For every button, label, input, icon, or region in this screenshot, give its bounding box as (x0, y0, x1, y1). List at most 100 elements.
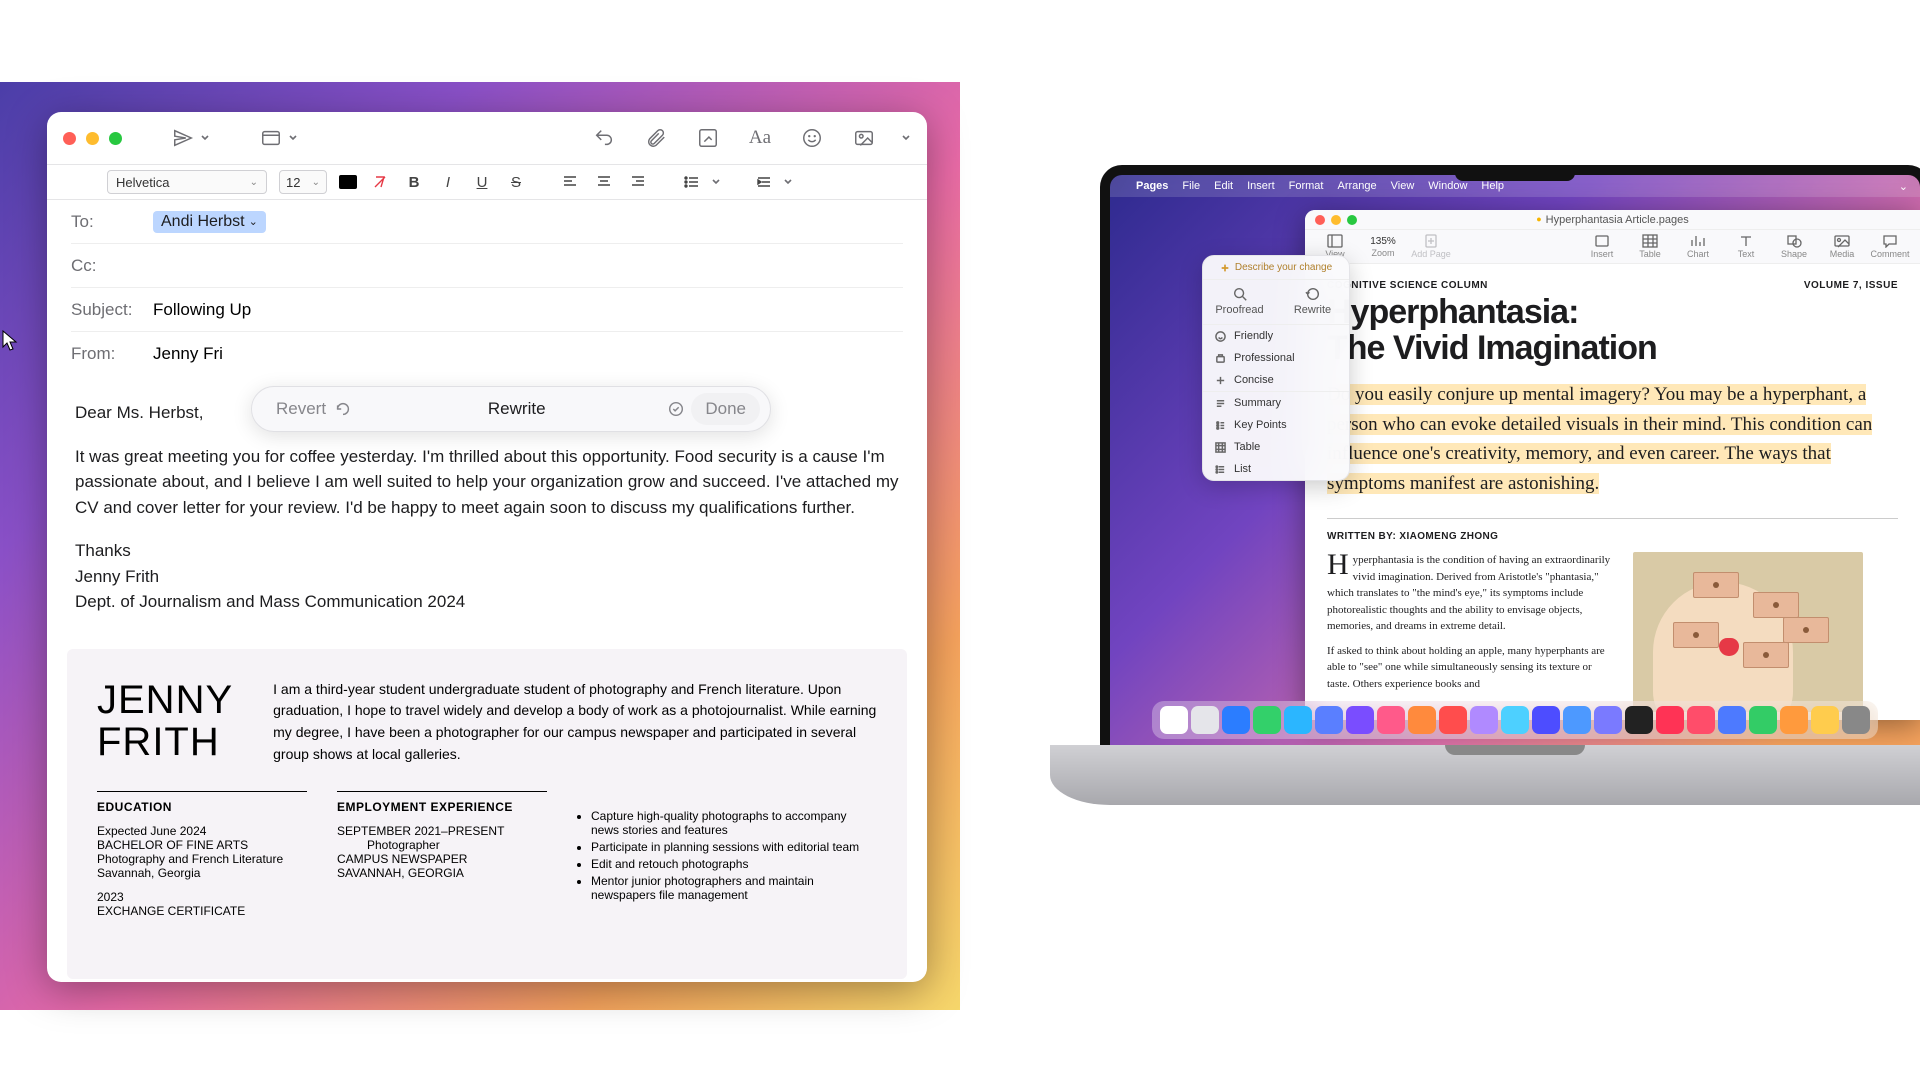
media-tool[interactable]: Media (1822, 234, 1862, 259)
dock-app[interactable] (1439, 706, 1467, 734)
menu-edit[interactable]: Edit (1214, 180, 1233, 192)
markup-icon[interactable] (697, 127, 719, 149)
summary-option[interactable]: Summary (1203, 392, 1349, 414)
shape-tool[interactable]: Shape (1774, 234, 1814, 259)
dock-app[interactable] (1718, 706, 1746, 734)
menu-file[interactable]: File (1182, 180, 1200, 192)
dock-app[interactable] (1594, 706, 1622, 734)
dock-app[interactable] (1501, 706, 1529, 734)
rewrite-icon[interactable] (667, 400, 685, 418)
table-option[interactable]: Table (1203, 436, 1349, 458)
dock-app[interactable] (1687, 706, 1715, 734)
menu-window[interactable]: Window (1428, 180, 1467, 192)
align-center-icon[interactable] (593, 171, 615, 193)
format-icon[interactable]: Aa (749, 127, 771, 149)
chevron-down-icon[interactable] (783, 177, 793, 187)
font-select[interactable]: Helvetica⌄ (107, 170, 267, 194)
menu-view[interactable]: View (1391, 180, 1415, 192)
font-size-select[interactable]: 12⌄ (279, 170, 327, 194)
minimize-button[interactable] (86, 132, 99, 145)
dock-app[interactable] (1377, 706, 1405, 734)
header-fields-icon[interactable] (260, 127, 282, 149)
revert-icon (334, 400, 352, 418)
align-right-icon[interactable] (627, 171, 649, 193)
dock-app[interactable] (1811, 706, 1839, 734)
done-button[interactable]: Done (691, 393, 760, 425)
insert-tool[interactable]: Insert (1582, 234, 1622, 259)
cc-label: Cc: (71, 256, 143, 276)
close-button[interactable] (63, 132, 76, 145)
dock-app[interactable] (1625, 706, 1653, 734)
chevron-down-icon[interactable] (901, 133, 911, 143)
cc-field-row[interactable]: Cc: (71, 244, 903, 288)
menu-help[interactable]: Help (1481, 180, 1504, 192)
dock-app[interactable] (1780, 706, 1808, 734)
chevron-down-icon[interactable] (288, 133, 298, 143)
add-page-tool[interactable]: Add Page (1411, 234, 1451, 259)
table-tool[interactable]: Table (1630, 234, 1670, 259)
from-field-row[interactable]: From: Jenny Fri (71, 332, 903, 376)
chevron-down-icon[interactable] (200, 133, 210, 143)
align-left-icon[interactable] (559, 171, 581, 193)
menu-app[interactable]: Pages (1136, 180, 1168, 192)
underline-button[interactable]: U (471, 171, 493, 193)
professional-option[interactable]: Professional (1203, 347, 1349, 369)
subject-label: Subject: (71, 300, 143, 320)
employment-header: EMPLOYMENT EXPERIENCE (337, 791, 547, 814)
dock-app[interactable] (1191, 706, 1219, 734)
bold-button[interactable]: B (403, 171, 425, 193)
comment-tool[interactable]: Comment (1870, 234, 1910, 259)
pages-document[interactable]: COGNITIVE SCIENCE COLUMN VOLUME 7, ISSUE… (1305, 264, 1920, 720)
dock-app[interactable] (1470, 706, 1498, 734)
menu-arrange[interactable]: Arrange (1337, 180, 1376, 192)
dock-app[interactable] (1842, 706, 1870, 734)
zoom-button[interactable] (109, 132, 122, 145)
undo-icon[interactable] (593, 127, 615, 149)
menu-insert[interactable]: Insert (1247, 180, 1275, 192)
dock-app[interactable] (1346, 706, 1374, 734)
italic-button[interactable]: I (437, 171, 459, 193)
rewrite-button[interactable]: Rewrite (1276, 280, 1349, 324)
keypoints-option[interactable]: Key Points (1203, 414, 1349, 436)
attachment-icon[interactable] (645, 127, 667, 149)
zoom-tool[interactable]: 135%Zoom (1363, 236, 1403, 258)
article-title: Hyperphantasia: The Vivid Imagination (1327, 295, 1898, 366)
subject-field-row[interactable]: Subject: Following Up (71, 288, 903, 332)
indent-icon[interactable] (753, 171, 775, 193)
dock-app[interactable] (1222, 706, 1250, 734)
menu-format[interactable]: Format (1289, 180, 1324, 192)
wifi-icon[interactable]: ⌄ (1899, 180, 1908, 193)
dock (1152, 701, 1878, 739)
chevron-down-icon[interactable] (711, 177, 721, 187)
send-icon[interactable] (172, 127, 194, 149)
dock-app[interactable] (1563, 706, 1591, 734)
friendly-option[interactable]: Friendly (1203, 325, 1349, 347)
recipient-chip[interactable]: Andi Herbst⌄ (153, 211, 266, 233)
dock-app[interactable] (1315, 706, 1343, 734)
describe-change-field[interactable]: Describe your change (1203, 256, 1349, 280)
revert-button[interactable]: Revert (262, 393, 366, 425)
dock-app[interactable] (1408, 706, 1436, 734)
article-byline: WRITTEN BY: XIAOMENG ZHONG (1327, 531, 1898, 542)
from-label: From: (71, 344, 143, 364)
dock-app[interactable] (1656, 706, 1684, 734)
emoji-icon[interactable] (801, 127, 823, 149)
photo-icon[interactable] (853, 127, 875, 149)
dock-app[interactable] (1160, 706, 1188, 734)
dock-app[interactable] (1749, 706, 1777, 734)
document-title: Hyperphantasia Article.pages (1305, 214, 1920, 226)
article-illustration (1633, 552, 1863, 712)
dock-app[interactable] (1532, 706, 1560, 734)
dock-app[interactable] (1253, 706, 1281, 734)
text-tool[interactable]: Text (1726, 234, 1766, 259)
clear-format-icon[interactable] (369, 171, 391, 193)
to-field-row: To: Andi Herbst⌄ (71, 200, 903, 244)
list-option[interactable]: List (1203, 458, 1349, 480)
proofread-button[interactable]: Proofread (1203, 280, 1276, 324)
strikethrough-button[interactable]: S (505, 171, 527, 193)
dock-app[interactable] (1284, 706, 1312, 734)
chart-tool[interactable]: Chart (1678, 234, 1718, 259)
concise-option[interactable]: Concise (1203, 369, 1349, 391)
list-icon[interactable] (681, 171, 703, 193)
text-color-swatch[interactable] (339, 175, 357, 189)
